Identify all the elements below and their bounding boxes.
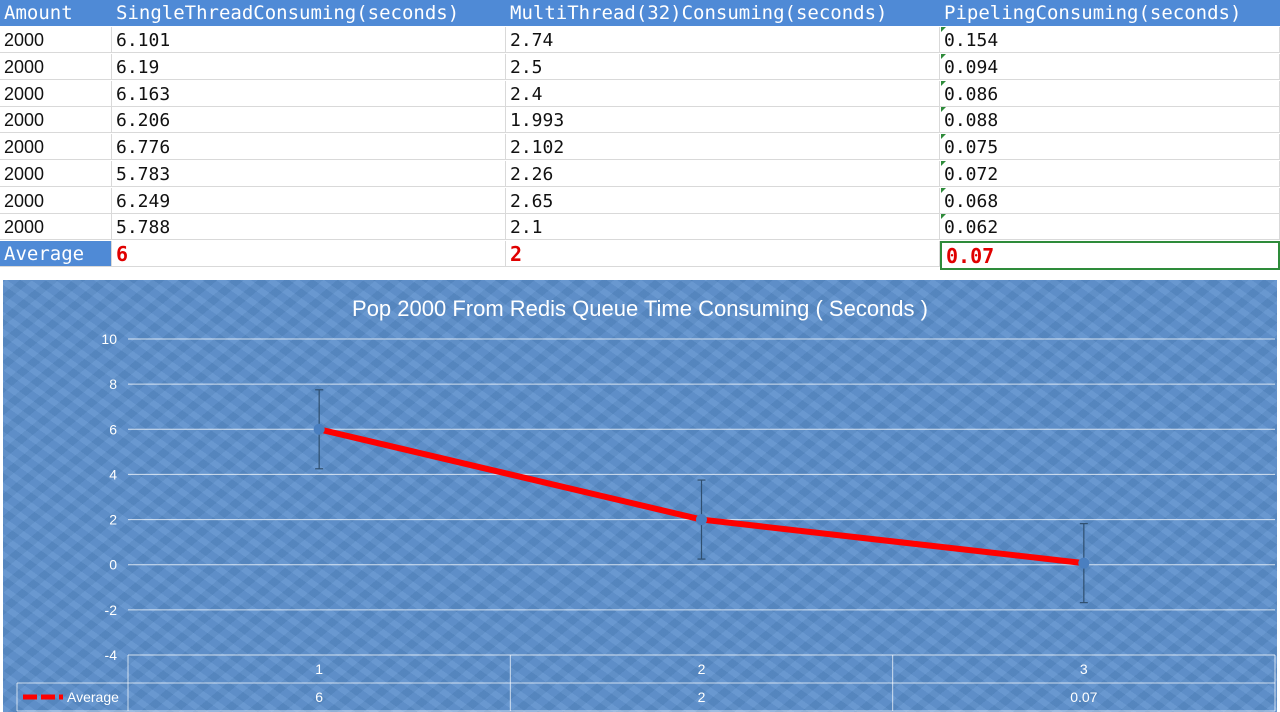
- error-indicator-icon: [941, 27, 946, 32]
- cell-amount[interactable]: 2000: [0, 53, 112, 80]
- cell-pipeline[interactable]: 0.086: [940, 80, 1280, 107]
- cell-single-thread[interactable]: 5.783: [112, 160, 506, 187]
- data-point: [696, 514, 707, 526]
- cell-pipeline[interactable]: 0.062: [940, 214, 1280, 241]
- header-row: Amount SingleThreadConsuming(seconds) Mu…: [0, 0, 1280, 27]
- header-pipeline[interactable]: PipelingConsuming(seconds): [940, 0, 1280, 26]
- cell-amount[interactable]: 2000: [0, 160, 112, 187]
- average-multi-thread[interactable]: 2: [506, 241, 940, 267]
- header-single-thread[interactable]: SingleThreadConsuming(seconds): [112, 0, 506, 26]
- x-category-label: 2: [698, 661, 706, 677]
- cell-single-thread[interactable]: 5.788: [112, 214, 506, 241]
- chart-plot: 10 8 6 4 2 0 -2 -4 1 2 3 6 2 0.07 Average: [16, 331, 1276, 712]
- error-indicator-icon: [941, 107, 946, 113]
- cell-amount[interactable]: 2000: [0, 187, 112, 214]
- data-point: [1078, 557, 1090, 569]
- cell-pipeline[interactable]: 0.068: [940, 187, 1280, 214]
- cell-pipeline[interactable]: 0.075: [940, 134, 1280, 160]
- cell-multi-thread[interactable]: 2.74: [506, 27, 940, 53]
- table-row: 2000 5.783 2.26 0.072: [0, 160, 1280, 188]
- cell-single-thread[interactable]: 6.249: [112, 187, 506, 214]
- y-tick-label: 2: [109, 512, 117, 528]
- cell-multi-thread[interactable]: 2.5: [506, 53, 940, 80]
- x-category-label: 1: [315, 661, 323, 677]
- cell-single-thread[interactable]: 6.776: [112, 134, 506, 160]
- y-tick-label: 4: [109, 466, 117, 482]
- average-row: Average 6 2 0.07: [0, 241, 1280, 270]
- cell-amount[interactable]: 2000: [0, 107, 112, 134]
- error-indicator-icon: [941, 187, 946, 193]
- line-chart[interactable]: Pop 2000 From Redis Queue Time Consuming…: [3, 280, 1277, 712]
- cell-single-thread[interactable]: 6.206: [112, 107, 506, 134]
- error-indicator-icon: [941, 134, 946, 139]
- y-tick-label: -2: [105, 602, 118, 618]
- data-point: [313, 423, 325, 435]
- cell-multi-thread[interactable]: 2.26: [506, 160, 940, 187]
- cell-amount[interactable]: 2000: [0, 134, 112, 160]
- average-pipeline-selected-cell[interactable]: 0.07: [940, 241, 1280, 270]
- cell-single-thread[interactable]: 6.101: [112, 27, 506, 53]
- y-tick-label: 10: [101, 331, 117, 347]
- table-row: 2000 6.206 1.993 0.088: [0, 107, 1280, 134]
- error-indicator-icon: [941, 53, 946, 59]
- average-single-thread[interactable]: 6: [112, 241, 506, 267]
- cell-single-thread[interactable]: 6.19: [112, 53, 506, 80]
- header-amount[interactable]: Amount: [0, 0, 112, 26]
- table-row: 2000 6.19 2.5 0.094: [0, 53, 1280, 81]
- data-table-value: 0.07: [1070, 689, 1097, 705]
- error-indicator-icon: [941, 160, 946, 166]
- cell-pipeline[interactable]: 0.094: [940, 53, 1280, 80]
- cell-multi-thread[interactable]: 2.102: [506, 134, 940, 160]
- y-tick-label: 8: [109, 376, 117, 392]
- cell-single-thread[interactable]: 6.163: [112, 80, 506, 107]
- cell-amount[interactable]: 2000: [0, 214, 112, 241]
- y-tick-label: 0: [109, 557, 117, 573]
- legend-label: Average: [67, 689, 119, 705]
- cell-amount[interactable]: 2000: [0, 80, 112, 107]
- cell-pipeline[interactable]: 0.088: [940, 107, 1280, 134]
- cell-multi-thread[interactable]: 2.4: [506, 80, 940, 107]
- average-label[interactable]: Average: [0, 241, 112, 267]
- header-multi-thread[interactable]: MultiThread(32)Consuming(seconds): [506, 0, 940, 26]
- table-row: 2000 5.788 2.1 0.062: [0, 214, 1280, 241]
- cell-multi-thread[interactable]: 2.65: [506, 187, 940, 214]
- x-category-label: 3: [1080, 661, 1088, 677]
- cell-multi-thread[interactable]: 2.1: [506, 214, 940, 241]
- error-indicator-icon: [941, 80, 946, 86]
- data-table-value: 2: [698, 689, 706, 705]
- cell-pipeline[interactable]: 0.072: [940, 160, 1280, 187]
- table-row: 2000 6.101 2.74 0.154: [0, 27, 1280, 54]
- table-row: 2000 6.776 2.102 0.075: [0, 134, 1280, 161]
- cell-amount[interactable]: 2000: [0, 27, 112, 53]
- cell-multi-thread[interactable]: 1.993: [506, 107, 940, 134]
- cell-pipeline[interactable]: 0.154: [940, 27, 1280, 53]
- data-table-value: 6: [315, 689, 323, 705]
- error-indicator-icon: [941, 214, 946, 220]
- table-row: 2000 6.249 2.65 0.068: [0, 187, 1280, 215]
- y-tick-label: -4: [105, 647, 118, 663]
- table-row: 2000 6.163 2.4 0.086: [0, 80, 1280, 108]
- y-tick-label: 6: [109, 421, 117, 437]
